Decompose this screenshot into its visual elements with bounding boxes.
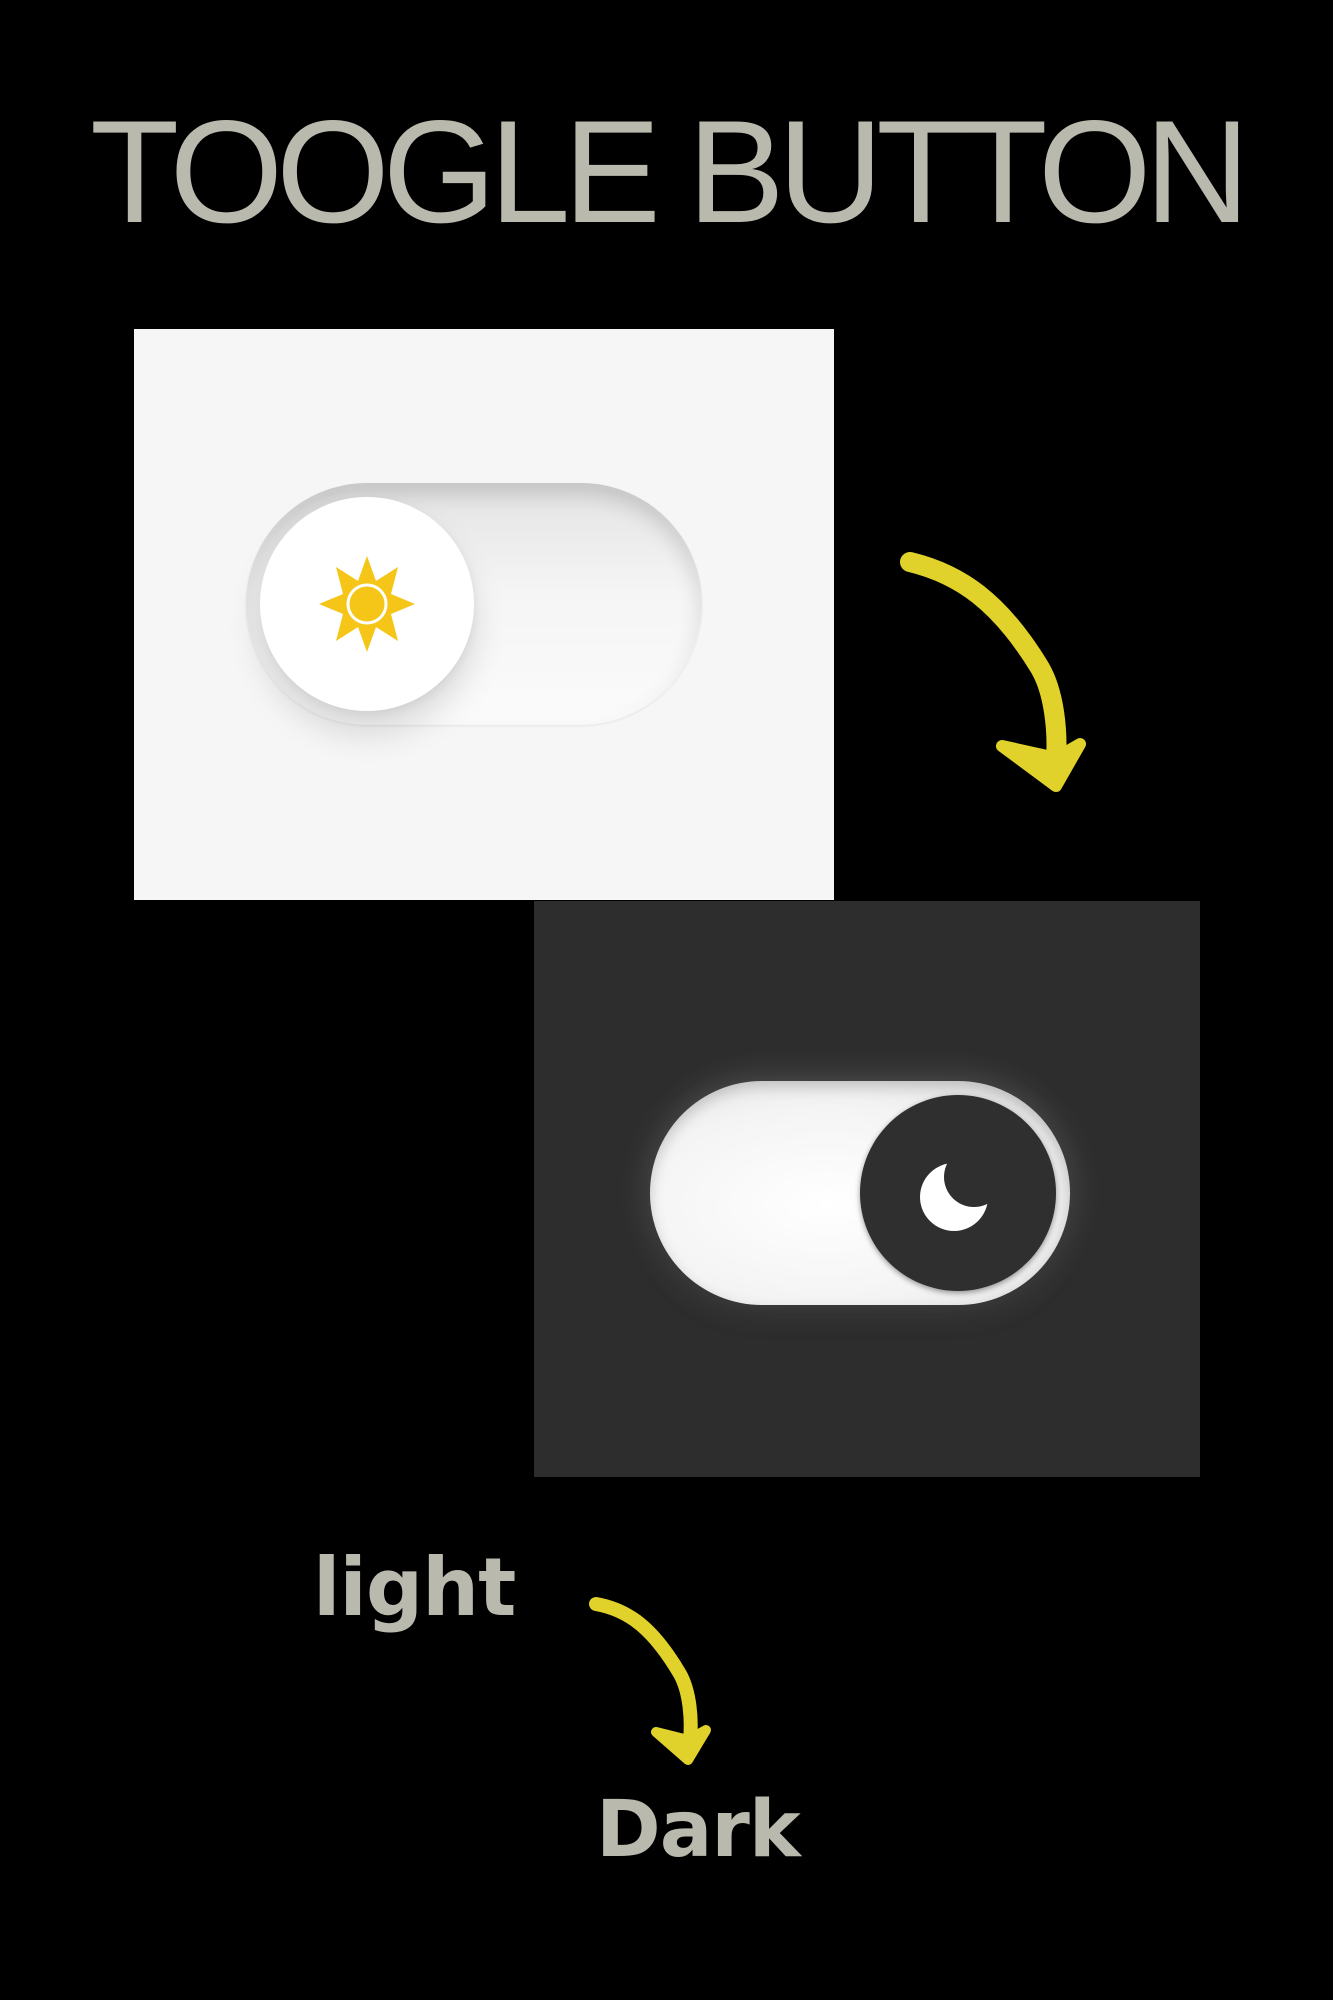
sun-icon	[319, 556, 415, 652]
dark-mode-panel	[534, 901, 1200, 1477]
label-light: light	[313, 1541, 516, 1634]
moon-icon	[920, 1163, 988, 1231]
toggle-switch-dark[interactable]	[650, 1081, 1070, 1305]
light-mode-panel	[134, 329, 834, 900]
label-dark: Dark	[596, 1785, 801, 1875]
toggle-knob-light[interactable]	[260, 497, 474, 711]
arrow-light-to-dark-small	[589, 1597, 711, 1765]
toggle-switch-light[interactable]	[246, 483, 702, 725]
arrow-light-to-dark	[900, 552, 1086, 792]
toggle-knob-dark[interactable]	[860, 1095, 1056, 1291]
page-title: TOOGLE BUTTON	[90, 90, 1250, 253]
